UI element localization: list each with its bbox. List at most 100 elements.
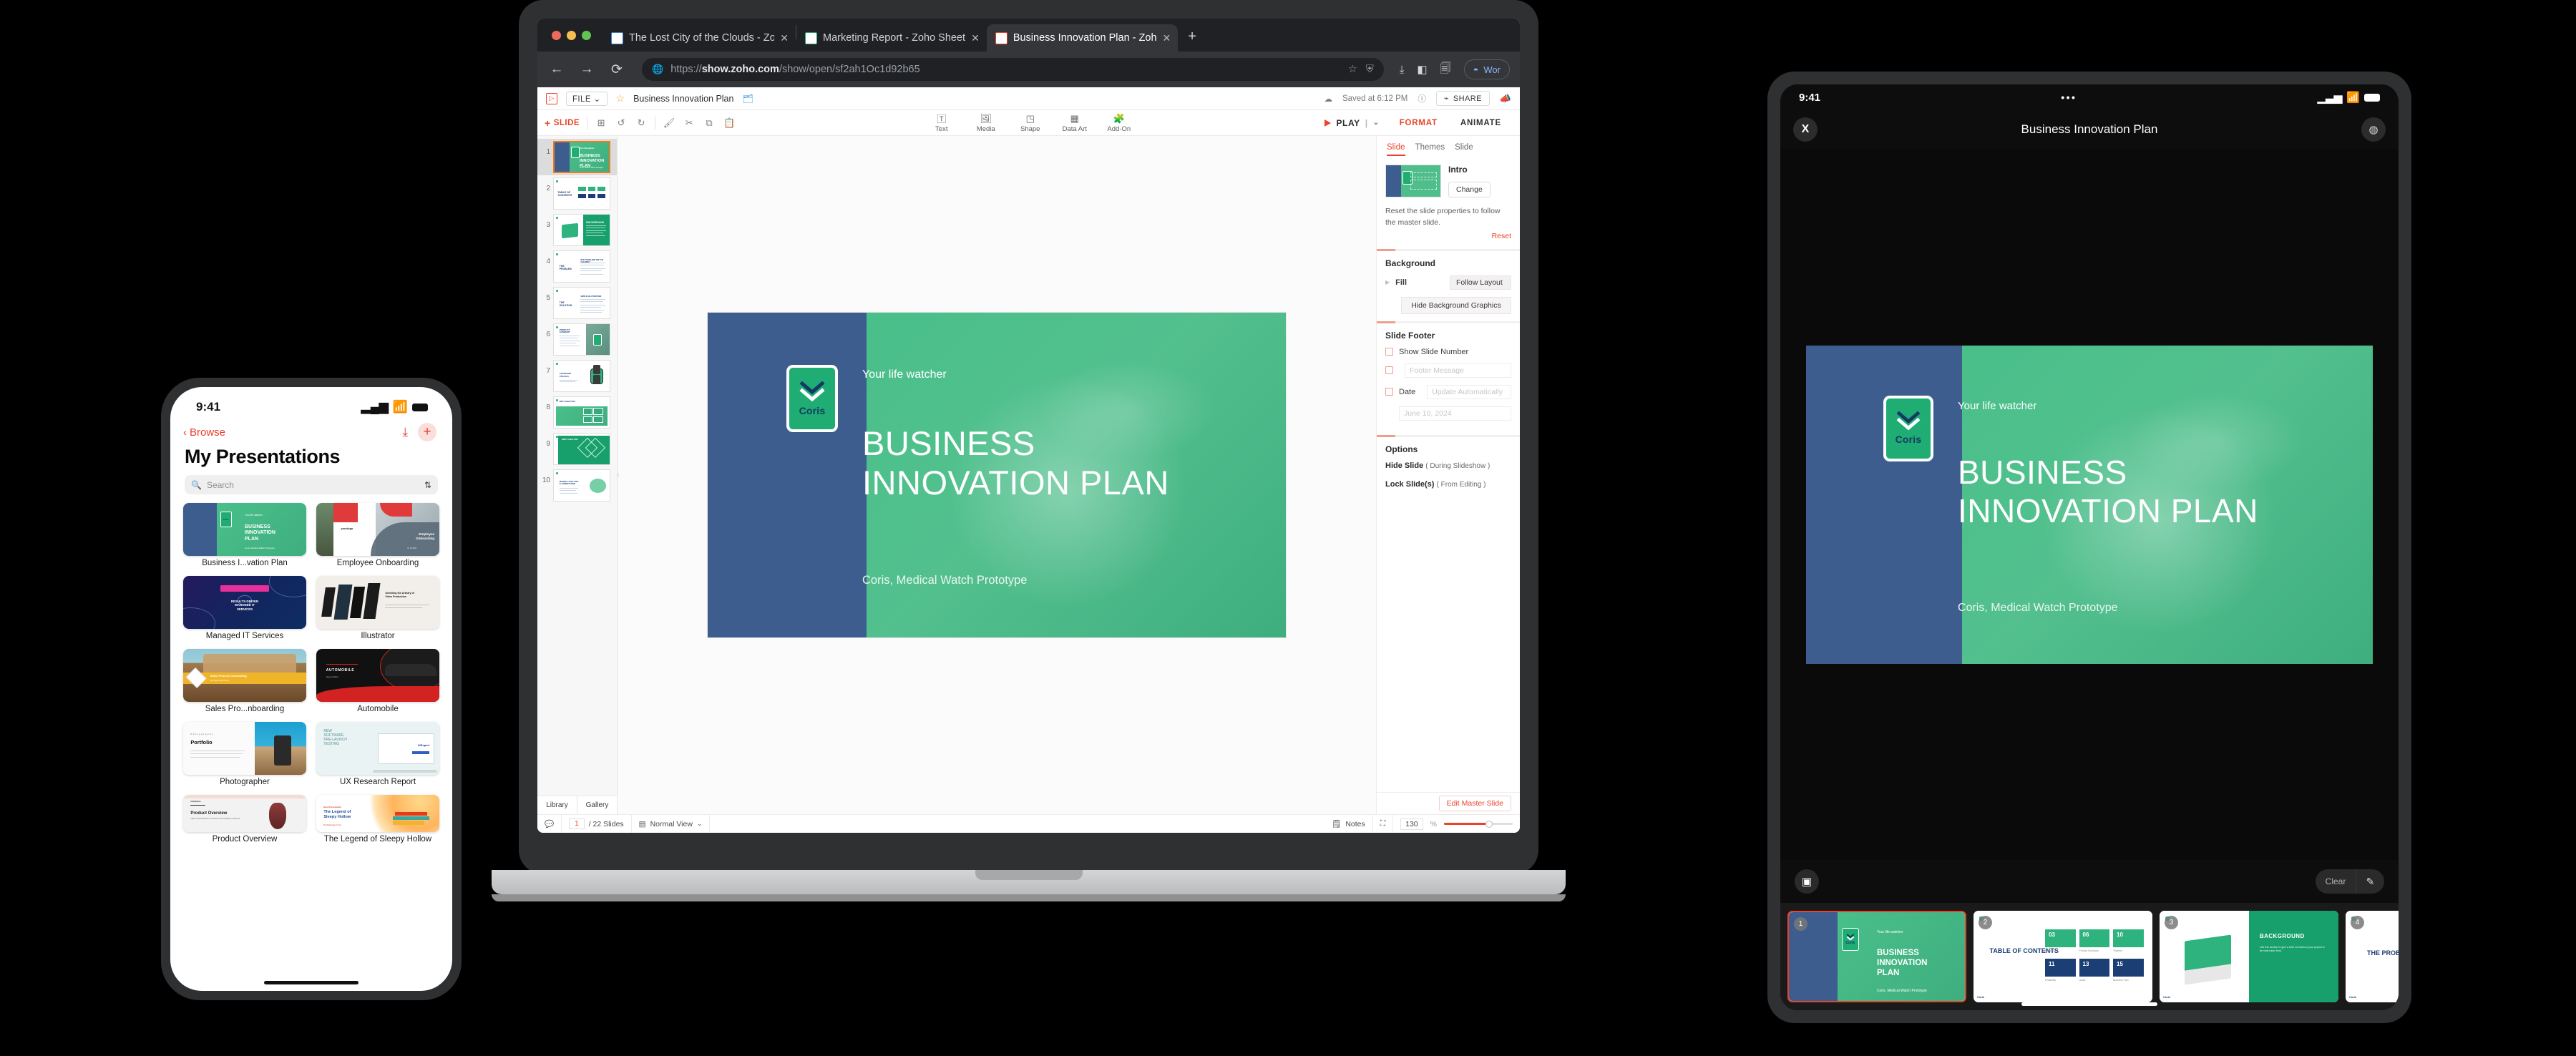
- clear-button[interactable]: Clear: [2316, 869, 2356, 894]
- tool-data-art[interactable]: ▦ Data Art: [1060, 112, 1089, 134]
- current-slide-number[interactable]: 1: [569, 818, 585, 829]
- filmstrip-slide-1[interactable]: 1 Coris Your life watcher BUSINESS INNOVA…: [1787, 911, 1966, 1002]
- show-slide-number-checkbox[interactable]: [1385, 348, 1393, 356]
- fp-tab-slide-size[interactable]: Slide: [1455, 143, 1473, 156]
- tool-shape[interactable]: ◳ Shape: [1016, 112, 1045, 134]
- date-mode-select[interactable]: Update Automatically: [1427, 384, 1511, 399]
- document-title[interactable]: Business Innovation Plan: [633, 94, 733, 104]
- collapse-panel-handle[interactable]: ‹: [617, 471, 620, 479]
- present-screen-icon[interactable]: ▣: [1795, 869, 1819, 894]
- forward-icon[interactable]: →: [577, 62, 596, 77]
- undo-icon[interactable]: ↺: [615, 117, 628, 129]
- announcement-icon[interactable]: 📣: [1500, 93, 1511, 104]
- tab-format[interactable]: FORMAT: [1388, 112, 1449, 134]
- thumbnail-list[interactable]: 1 Your life watcher BUSINESS INNOVATION PL…: [537, 136, 617, 796]
- date-value-row[interactable]: June 10, 2024: [1385, 406, 1511, 421]
- redo-icon[interactable]: ↻: [635, 117, 648, 129]
- slide-subtitle-text[interactable]: Coris, Medical Watch Prototype: [862, 574, 1027, 587]
- presentation-card-business[interactable]: Coris Your life watcher BUSINESS INNOVATI…: [183, 503, 306, 567]
- edit-master-slide-button[interactable]: Edit Master Slide: [1438, 796, 1511, 811]
- slide-canvas-area[interactable]: Coris Your life watcher BUSINESS INNOVAT…: [617, 136, 1377, 814]
- add-presentation-button[interactable]: +: [418, 423, 436, 441]
- show-slide-number-row[interactable]: Show Slide Number: [1385, 348, 1511, 356]
- zoom-value[interactable]: 130: [1400, 818, 1423, 830]
- reload-icon[interactable]: ⟳: [608, 62, 626, 78]
- presentation-card-product[interactable]: brandname. Product Overview KEEP THINGS …: [183, 795, 306, 844]
- folder-icon[interactable]: 🗂: [742, 94, 753, 104]
- thumbnail-item-3[interactable]: 3 BACKGROUND: [537, 212, 617, 248]
- notes-button[interactable]: 🗒 Notes: [1324, 815, 1373, 833]
- new-tab-button[interactable]: +: [1178, 29, 1206, 52]
- fill-select[interactable]: Follow Layout: [1450, 275, 1511, 290]
- slide-canvas[interactable]: Coris Your life watcher BUSINESS INNOVAT…: [708, 313, 1286, 637]
- date-value-input[interactable]: June 10, 2024: [1399, 406, 1511, 421]
- search-input[interactable]: 🔍 Search ⇅: [185, 475, 438, 494]
- close-window-button[interactable]: [552, 30, 561, 40]
- slide-thumbnail-panel[interactable]: 1 Your life watcher BUSINESS INNOVATION PL…: [537, 136, 618, 814]
- back-icon[interactable]: ←: [547, 62, 566, 77]
- slide-tagline[interactable]: Your life watcher: [862, 368, 947, 381]
- close-icon[interactable]: ✕: [971, 32, 980, 44]
- extensions-icon[interactable]: 🗐: [1440, 61, 1451, 79]
- layout-icon[interactable]: ⊞: [595, 117, 608, 129]
- sidepanel-icon[interactable]: ◧: [1417, 63, 1427, 76]
- filmstrip[interactable]: 1 Coris Your life watcher BUSINESS INNOVA…: [1780, 903, 2399, 1010]
- date-row[interactable]: Date Update Automatically: [1385, 384, 1511, 399]
- filmstrip-slide-3[interactable]: 3 BACKGROUND Use this section to give a …: [2160, 911, 2338, 1002]
- library-button[interactable]: Library: [537, 796, 577, 814]
- download-icon[interactable]: ⤓: [1400, 64, 1405, 76]
- zoom-slider[interactable]: [1444, 820, 1513, 828]
- thumbnail-item-1[interactable]: 1 Your life watcher BUSINESS INNOVATION PL…: [537, 139, 617, 175]
- fp-tab-slide[interactable]: Slide: [1387, 143, 1405, 156]
- hide-slide-option[interactable]: Hide Slide ( During Slideshow ): [1385, 461, 1511, 470]
- zoom-control[interactable]: 130 %: [1393, 815, 1520, 833]
- paste-icon[interactable]: 📋: [723, 117, 736, 129]
- cut-icon[interactable]: ✂: [683, 117, 696, 129]
- presentation-card-ux[interactable]: NEW SOFTWARE PRE-LAUNCH TESTING UiExpert UX…: [316, 722, 439, 786]
- info-icon[interactable]: ⓘ: [1418, 93, 1426, 104]
- address-bar[interactable]: 🌐 https://show.zoho.com/show/open/sf2ah1…: [642, 58, 1384, 81]
- star-bookmark-icon[interactable]: ☆: [1348, 64, 1357, 75]
- filmstrip-slide-4[interactable]: 4 THE PROBLEM Coris: [2346, 911, 2399, 1002]
- tool-media[interactable]: 🖼 Media: [972, 112, 1000, 134]
- format-painter-icon[interactable]: 🖌: [663, 117, 675, 129]
- lock-slide-option[interactable]: Lock Slide(s) ( From Editing ): [1385, 480, 1511, 489]
- thumbnail-item-4[interactable]: 4 THEPROBLEM BEST PROBLEMS ARE THE CLEAR…: [537, 248, 617, 285]
- file-menu-button[interactable]: FILE ⌄: [566, 91, 608, 106]
- presentation-card-automobile[interactable]: AUTOMOBILE Newest Addition Automobile: [316, 649, 439, 713]
- slide-title-text[interactable]: BUSINESS INNOVATION PLAN: [862, 424, 1170, 503]
- maximize-window-button[interactable]: [582, 30, 591, 40]
- fit-to-screen-button[interactable]: ⛶: [1373, 815, 1394, 833]
- slide-counter[interactable]: 1 / 22 Slides: [562, 815, 632, 833]
- date-checkbox[interactable]: [1385, 388, 1393, 396]
- favorite-star-icon[interactable]: ☆: [616, 92, 625, 104]
- footer-message-checkbox[interactable]: [1385, 366, 1393, 374]
- presentation-card-legend[interactable]: Book Presentation The Legend of Sleepy Ho…: [316, 795, 439, 844]
- browser-tab-show[interactable]: Business Innovation Plan - Zoh ✕: [986, 24, 1179, 52]
- download-icon[interactable]: ⤓: [402, 425, 408, 439]
- tab-animate[interactable]: ANIMATE: [1449, 112, 1513, 134]
- thumbnail-item-5[interactable]: 5 THE SOLUTION SIMPLE SOLUTIONS WIN: [537, 285, 617, 321]
- chevron-down-icon[interactable]: ⌄: [1373, 119, 1380, 127]
- window-traffic-lights[interactable]: [547, 19, 602, 52]
- profile-button[interactable]: ◓ Wor: [1463, 59, 1510, 79]
- master-slide-thumbnail[interactable]: [1385, 165, 1441, 197]
- thumbnail-item-10[interactable]: 10 MARKET ANALYSIS & COMPETITION: [537, 467, 617, 504]
- thumbnail-item-9[interactable]: 9 SWOT ANALYSIS: [537, 431, 617, 467]
- coris-logo-card[interactable]: Coris: [786, 365, 838, 432]
- gallery-button[interactable]: Gallery: [577, 796, 617, 814]
- play-button[interactable]: PLAY | ⌄: [1324, 118, 1387, 128]
- share-button[interactable]: ⌁ SHARE: [1435, 91, 1490, 106]
- thumbnail-item-7[interactable]: 7 LEVERAGE VISUALS: [537, 358, 617, 394]
- reset-link[interactable]: Reset: [1377, 229, 1520, 249]
- close-icon[interactable]: ✕: [780, 32, 789, 44]
- browser-tab-writer[interactable]: The Lost City of the Clouds - Zo ✕: [602, 24, 796, 52]
- presentation-card-illustrator[interactable]: Unveiling the Artistry of Video Productio…: [316, 576, 439, 640]
- close-icon[interactable]: ✕: [1163, 32, 1171, 44]
- chevron-right-icon[interactable]: ▶: [1385, 279, 1390, 285]
- home-indicator[interactable]: [2021, 1002, 2157, 1006]
- thumbnail-item-8[interactable]: 8 PEST ANALYSIS: [537, 394, 617, 431]
- presentation-card-onboarding[interactable]: yourlogo Employee Onboarding 07.12.2021 E…: [316, 503, 439, 567]
- presentation-card-sales[interactable]: Sales Process Onboarding New Sales Rep T…: [183, 649, 306, 713]
- add-slide-button[interactable]: + SLIDE: [545, 117, 580, 129]
